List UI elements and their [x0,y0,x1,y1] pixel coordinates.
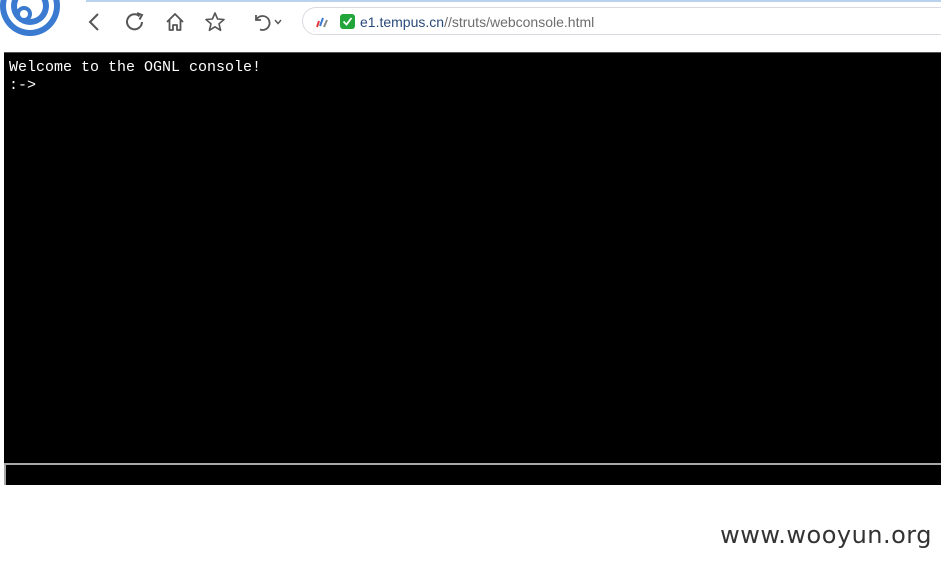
browser-logo-icon[interactable] [0,0,66,36]
home-icon [166,13,184,31]
console-command-input[interactable] [4,463,941,485]
ognl-console: Welcome to the OGNL console!:-> [4,52,941,485]
console-output: Welcome to the OGNL console!:-> [9,59,935,95]
url-host: e1.tempus.cn [360,14,445,30]
chevron-down-icon[interactable] [273,17,283,27]
chevron-left-icon [88,13,99,31]
home-button[interactable] [161,8,189,36]
refresh-button[interactable] [121,8,149,36]
tab-strip-edge [86,0,941,2]
url-path: //struts/webconsole.html [444,14,595,30]
back-button[interactable] [81,8,109,36]
undo-button[interactable] [248,8,286,36]
star-icon [205,12,225,32]
check-shield-icon[interactable] [340,14,355,29]
refresh-icon [126,12,144,31]
undo-icon [255,15,271,31]
url-text[interactable]: e1.tempus.cn//struts/webconsole.html [360,13,594,31]
site-favicon-icon [316,17,328,28]
browser-toolbar: e1.tempus.cn//struts/webconsole.html [0,0,941,45]
console-prompt: :-> [9,77,37,94]
console-welcome-line: Welcome to the OGNL console! [9,59,262,76]
address-bar[interactable]: e1.tempus.cn//struts/webconsole.html [302,7,941,35]
favorite-button[interactable] [201,8,229,36]
watermark: www.wooyun.org [720,521,932,549]
checkmark-glyph [342,17,353,26]
